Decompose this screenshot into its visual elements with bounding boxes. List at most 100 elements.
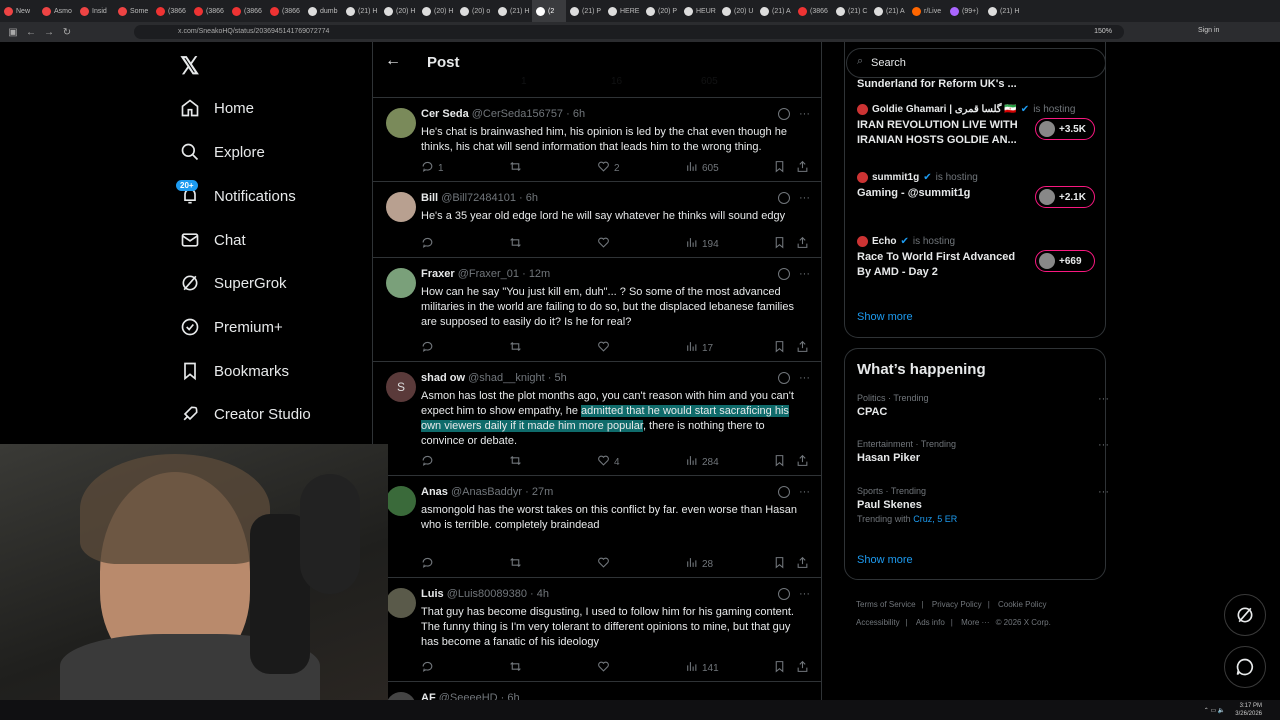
browser-tab[interactable]: r/Live bbox=[908, 0, 946, 22]
browser-tab[interactable]: Asmo bbox=[38, 0, 76, 22]
nav-explore[interactable]: Explore bbox=[180, 142, 265, 162]
bookmark-button[interactable] bbox=[773, 556, 786, 572]
browser-tab[interactable]: HEUR bbox=[680, 0, 718, 22]
grok-explain-icon[interactable] bbox=[778, 268, 790, 280]
trend-item[interactable]: Entertainment · Trending Hasan Piker ··· bbox=[857, 439, 1109, 464]
browser-tab[interactable]: (20) U bbox=[718, 0, 756, 22]
browser-tab[interactable]: (20) o bbox=[456, 0, 494, 22]
views-button[interactable]: 17 bbox=[685, 340, 713, 356]
grok-explain-icon[interactable] bbox=[778, 588, 790, 600]
browser-tab[interactable]: (21) A bbox=[756, 0, 794, 22]
footer-link[interactable]: Privacy Policy bbox=[932, 600, 982, 609]
share-button[interactable] bbox=[796, 454, 809, 470]
more-options-icon[interactable]: ··· bbox=[799, 192, 810, 204]
browser-tab[interactable]: (3866 bbox=[794, 0, 832, 22]
tray-icons[interactable]: ⌃ ▭ 🔈 bbox=[1204, 707, 1226, 714]
browser-tab[interactable]: (99+) bbox=[946, 0, 984, 22]
host-name[interactable]: Goldie Ghamari | گلسا قمری 🇮🇷 bbox=[872, 104, 1017, 115]
more-options-icon[interactable]: ··· bbox=[799, 372, 810, 384]
like-button[interactable] bbox=[597, 236, 614, 252]
url-field[interactable]: x.com/SneakoHQ/status/203694514176907277… bbox=[134, 25, 1124, 39]
author-handle[interactable]: @AnasBaddyr bbox=[451, 486, 522, 498]
sign-in-button[interactable]: Sign in bbox=[1198, 27, 1219, 34]
browser-tab[interactable]: (2 bbox=[532, 0, 566, 22]
live-space-item[interactable]: Echo ✔ is hosting Race To World First Advan… bbox=[845, 236, 1107, 296]
reload-icon[interactable]: ↻ bbox=[58, 27, 76, 38]
repost-button[interactable] bbox=[509, 340, 526, 356]
footer-link[interactable]: Terms of Service bbox=[856, 600, 916, 609]
browser-tab[interactable]: (21) H bbox=[342, 0, 380, 22]
like-button[interactable]: 4 bbox=[597, 454, 620, 470]
space-title[interactable]: Gaming - @summit1g bbox=[857, 186, 1027, 201]
nav-notifications[interactable]: Notifications 20+ bbox=[176, 180, 296, 206]
grok-explain-icon[interactable] bbox=[778, 486, 790, 498]
repost-button[interactable] bbox=[509, 660, 526, 676]
footer-link[interactable]: Cookie Policy bbox=[998, 600, 1046, 609]
nav-bookmarks[interactable]: Bookmarks bbox=[180, 361, 289, 381]
forward-icon[interactable]: → bbox=[40, 27, 58, 38]
author-name[interactable]: Fraxer bbox=[421, 268, 455, 280]
browser-tab[interactable]: (21) P bbox=[566, 0, 604, 22]
reply-tweet[interactable]: Luis @Luis80089380 · 4h ··· That guy has b… bbox=[373, 578, 821, 682]
browser-tab[interactable]: (3866 bbox=[152, 0, 190, 22]
author-handle[interactable]: @shad__knight bbox=[468, 372, 545, 384]
avatar[interactable] bbox=[386, 108, 416, 138]
sidebar-toggle-icon[interactable]: ▣ bbox=[4, 27, 22, 38]
live-space-item[interactable]: Goldie Ghamari | گلسا قمری 🇮🇷 ✔ is hosting… bbox=[845, 104, 1107, 164]
bookmark-button[interactable] bbox=[773, 340, 786, 356]
clock[interactable]: 3:17 PM 3/26/2026 bbox=[1235, 702, 1262, 718]
author-name[interactable]: Cer Seda bbox=[421, 108, 469, 120]
listener-count-pill[interactable]: +2.1K bbox=[1035, 186, 1095, 208]
author-name[interactable]: Bill bbox=[421, 192, 438, 204]
share-button[interactable] bbox=[796, 236, 809, 252]
views-button[interactable]: 605 bbox=[685, 160, 719, 176]
grok-explain-icon[interactable] bbox=[778, 108, 790, 120]
space-title[interactable]: Race To World First Advanced By AMD - Da… bbox=[857, 250, 1027, 280]
browser-tab[interactable]: Some bbox=[114, 0, 152, 22]
more-options-icon[interactable]: ··· bbox=[799, 268, 810, 280]
zoom-indicator[interactable]: 150% bbox=[1094, 25, 1112, 39]
views-button[interactable]: 141 bbox=[685, 660, 719, 676]
views-button[interactable]: 194 bbox=[685, 236, 719, 252]
post-time[interactable]: 12m bbox=[529, 268, 550, 280]
more-options-icon[interactable]: ··· bbox=[799, 588, 810, 600]
post-time[interactable]: 6h bbox=[573, 108, 585, 120]
like-button[interactable]: 2 bbox=[597, 160, 620, 176]
more-options-icon[interactable]: ··· bbox=[799, 486, 810, 498]
bookmark-button[interactable] bbox=[773, 660, 786, 676]
reply-tweet[interactable]: Bill @Bill72484101 · 6h ··· He's a 35 year… bbox=[373, 182, 821, 258]
nav-supergrok[interactable]: SuperGrok bbox=[180, 273, 287, 293]
browser-tab[interactable]: (20) H bbox=[418, 0, 456, 22]
listener-count-pill[interactable]: +669 bbox=[1035, 250, 1095, 272]
avatar[interactable]: S bbox=[386, 372, 416, 402]
live-top-partial[interactable]: Sunderland for Reform UK's ... bbox=[857, 78, 1017, 90]
author-handle[interactable]: @Fraxer_01 bbox=[458, 268, 519, 280]
author-name[interactable]: shad ow bbox=[421, 372, 465, 384]
post-time[interactable]: 5h bbox=[554, 372, 566, 384]
like-button[interactable] bbox=[597, 556, 614, 572]
back-arrow-icon[interactable]: ← bbox=[385, 52, 401, 70]
x-logo[interactable]: 𝕏 bbox=[180, 52, 199, 81]
author-name[interactable]: Luis bbox=[421, 588, 444, 600]
nav-chat[interactable]: Chat bbox=[180, 230, 246, 250]
share-button[interactable] bbox=[796, 160, 809, 176]
browser-tab[interactable]: (3866 bbox=[228, 0, 266, 22]
post-time[interactable]: 4h bbox=[537, 588, 549, 600]
browser-tab[interactable]: (21) A bbox=[870, 0, 908, 22]
author-name[interactable]: Anas bbox=[421, 486, 448, 498]
browser-tab[interactable]: (20) P bbox=[642, 0, 680, 22]
listener-count-pill[interactable]: +3.5K bbox=[1035, 118, 1095, 140]
share-button[interactable] bbox=[796, 660, 809, 676]
repost-button[interactable] bbox=[509, 160, 526, 176]
like-button[interactable] bbox=[597, 660, 614, 676]
browser-tab[interactable]: (3866 bbox=[190, 0, 228, 22]
reply-tweet[interactable]: Sshad ow @shad__knight · 5h ··· Asmon has … bbox=[373, 362, 821, 476]
browser-tab[interactable]: (21) H bbox=[984, 0, 1022, 22]
trend-item[interactable]: Sports · Trending Paul Skenes Trending wit… bbox=[857, 486, 1109, 524]
bookmark-button[interactable] bbox=[773, 454, 786, 470]
avatar[interactable] bbox=[386, 486, 416, 516]
grok-explain-icon[interactable] bbox=[778, 192, 790, 204]
share-button[interactable] bbox=[796, 340, 809, 356]
host-name[interactable]: summit1g bbox=[872, 172, 919, 183]
trend-more-icon[interactable]: ··· bbox=[1098, 486, 1109, 498]
